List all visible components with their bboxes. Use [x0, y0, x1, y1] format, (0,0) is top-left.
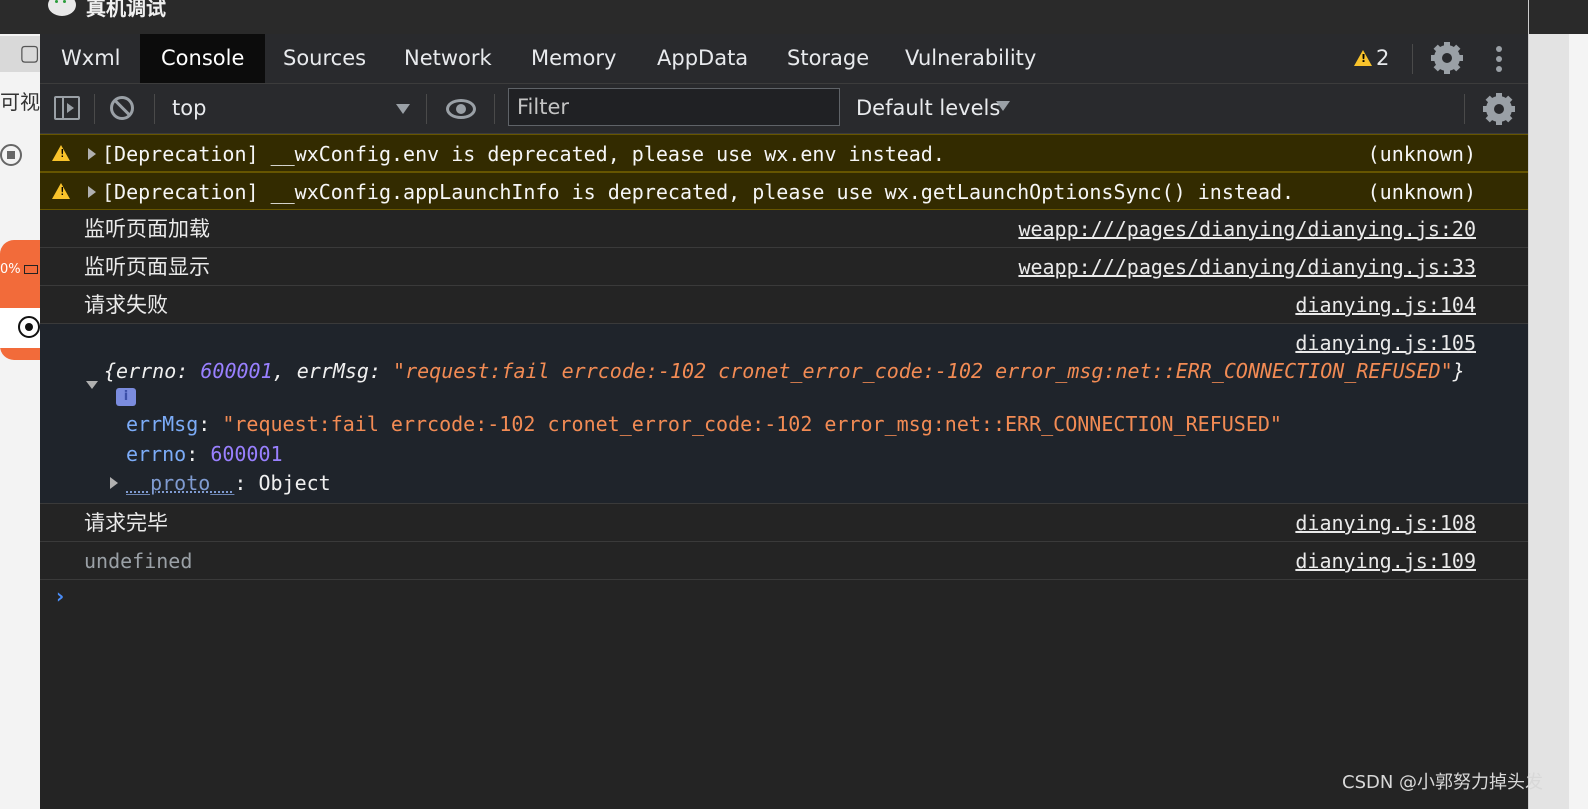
console-source-link[interactable]: dianying.js:108: [1295, 504, 1476, 542]
object-property: errno: 600001: [126, 442, 283, 466]
console-source-link[interactable]: dianying.js:104: [1295, 286, 1476, 324]
background-app-label: 可视: [0, 90, 40, 114]
expand-triangle-icon[interactable]: [88, 186, 96, 198]
info-badge-icon[interactable]: i: [116, 388, 136, 406]
target-icon[interactable]: [18, 316, 40, 338]
divider: [154, 94, 155, 124]
wechat-icon: [48, 0, 76, 16]
more-menu-icon[interactable]: [1496, 46, 1502, 52]
property-key: errno: [126, 442, 187, 466]
summary-string-value: "request:fail errcode:-102 cronet_error_…: [393, 359, 1453, 383]
console-log-row: 监听页面显示 weapp:///pages/dianying/dianying.…: [40, 248, 1528, 286]
background-app-panel: ▢ 可视 0%: [0, 0, 40, 809]
divider: [94, 94, 95, 124]
divider: [1412, 44, 1413, 74]
tab-sources[interactable]: Sources: [262, 34, 387, 83]
warning-icon: !: [1354, 50, 1372, 66]
console-source-link[interactable]: weapp:///pages/dianying/dianying.js:33: [1018, 248, 1476, 286]
console-message: [Deprecation] __wxConfig.env is deprecat…: [102, 142, 945, 166]
console-toolbar: top Default levels: [40, 84, 1528, 134]
warnings-count: 2: [1376, 46, 1390, 70]
console-message: [Deprecation] __wxConfig.appLaunchInfo i…: [102, 180, 1295, 204]
console-warning-row[interactable]: ! [Deprecation] __wxConfig.appLaunchInfo…: [40, 172, 1528, 210]
tab-appdata[interactable]: AppData: [636, 34, 769, 83]
tab-wxml[interactable]: Wxml: [40, 34, 141, 83]
filter-input[interactable]: [508, 88, 840, 126]
right-panel-body: [1529, 34, 1569, 809]
watermark: CSDN @小郭努力掉头发: [1342, 772, 1544, 793]
console-message: 监听页面显示: [84, 255, 210, 279]
console-log-row: 请求完毕 dianying.js:108: [40, 504, 1528, 542]
property-value: 600001: [210, 442, 283, 466]
console-output: ! [Deprecation] __wxConfig.env is deprec…: [40, 134, 1528, 809]
property-key: __proto__: [126, 471, 235, 495]
settings-gear-icon[interactable]: [1424, 35, 1470, 81]
right-panel: [1528, 0, 1588, 809]
expand-triangle-icon[interactable]: [88, 148, 96, 160]
phone-status-text: 0%: [0, 262, 21, 277]
record-icon[interactable]: [0, 144, 22, 166]
console-log-row: 监听页面加载 weapp:///pages/dianying/dianying.…: [40, 210, 1528, 248]
console-warning-row[interactable]: ! [Deprecation] __wxConfig.env is deprec…: [40, 134, 1528, 172]
tab-console[interactable]: Console: [140, 34, 266, 83]
clear-console-icon[interactable]: [110, 96, 134, 120]
console-prompt-icon[interactable]: ›: [56, 584, 64, 608]
property-key: errMsg: [126, 412, 199, 436]
console-source: (unknown): [1367, 142, 1476, 166]
warnings-counter[interactable]: ! 2: [1354, 34, 1389, 83]
object-property[interactable]: __proto__: Object: [126, 469, 331, 497]
brace-close: }: [1452, 359, 1465, 383]
object-summary[interactable]: {errno: 600001, errMsg: "request:fail er…: [104, 357, 1465, 385]
warning-icon: !: [52, 145, 70, 161]
levels-dropdown-icon[interactable]: [996, 101, 1010, 111]
live-expression-eye-icon[interactable]: [446, 99, 476, 119]
background-app-titlebar: [0, 0, 40, 34]
window-titlebar: 真机调试: [40, 0, 1528, 34]
summary-key: errMsg: [296, 359, 369, 383]
devtools-tab-bar: Wxml Console Sources Network Memory AppD…: [40, 34, 1528, 84]
collapse-triangle-icon[interactable]: [86, 381, 98, 389]
console-message: 监听页面加载: [84, 217, 210, 241]
divider: [1464, 94, 1465, 124]
layout-icon[interactable]: ▢: [0, 36, 40, 72]
brace-open: {: [104, 359, 117, 383]
console-message: 请求失败: [84, 293, 168, 317]
sidebar-toggle-icon[interactable]: [54, 96, 80, 120]
console-message: undefined: [84, 549, 193, 573]
object-property: errMsg: "request:fail errcode:-102 crone…: [126, 412, 1282, 436]
console-message: 请求完毕: [84, 511, 168, 535]
context-dropdown-icon[interactable]: [396, 104, 410, 114]
context-selector[interactable]: top: [172, 84, 206, 133]
battery-icon: [24, 265, 38, 274]
console-source: (unknown): [1367, 180, 1476, 204]
divider: [426, 94, 427, 124]
summary-key: errno: [116, 359, 177, 383]
divider: [494, 94, 495, 124]
warning-icon: !: [52, 183, 70, 199]
console-settings-gear-icon[interactable]: [1476, 86, 1522, 132]
console-log-row: 请求失败 dianying.js:104: [40, 286, 1528, 324]
summary-number-value: 600001: [200, 359, 273, 383]
window-title: 真机调试: [86, 0, 166, 20]
tab-storage[interactable]: Storage: [766, 34, 890, 83]
property-value: "request:fail errcode:-102 cronet_error_…: [222, 412, 1282, 436]
console-source-link[interactable]: dianying.js:109: [1295, 542, 1476, 580]
tab-vulnerability[interactable]: Vulnerability: [884, 34, 1057, 83]
property-value: Object: [258, 471, 331, 495]
console-source-link[interactable]: weapp:///pages/dianying/dianying.js:20: [1018, 210, 1476, 248]
expand-triangle-icon[interactable]: [110, 477, 118, 489]
tab-network[interactable]: Network: [383, 34, 513, 83]
tab-memory[interactable]: Memory: [510, 34, 637, 83]
right-panel-top: [1529, 0, 1588, 34]
log-levels-selector[interactable]: Default levels: [856, 84, 1000, 133]
console-log-row: undefined dianying.js:109: [40, 542, 1528, 580]
